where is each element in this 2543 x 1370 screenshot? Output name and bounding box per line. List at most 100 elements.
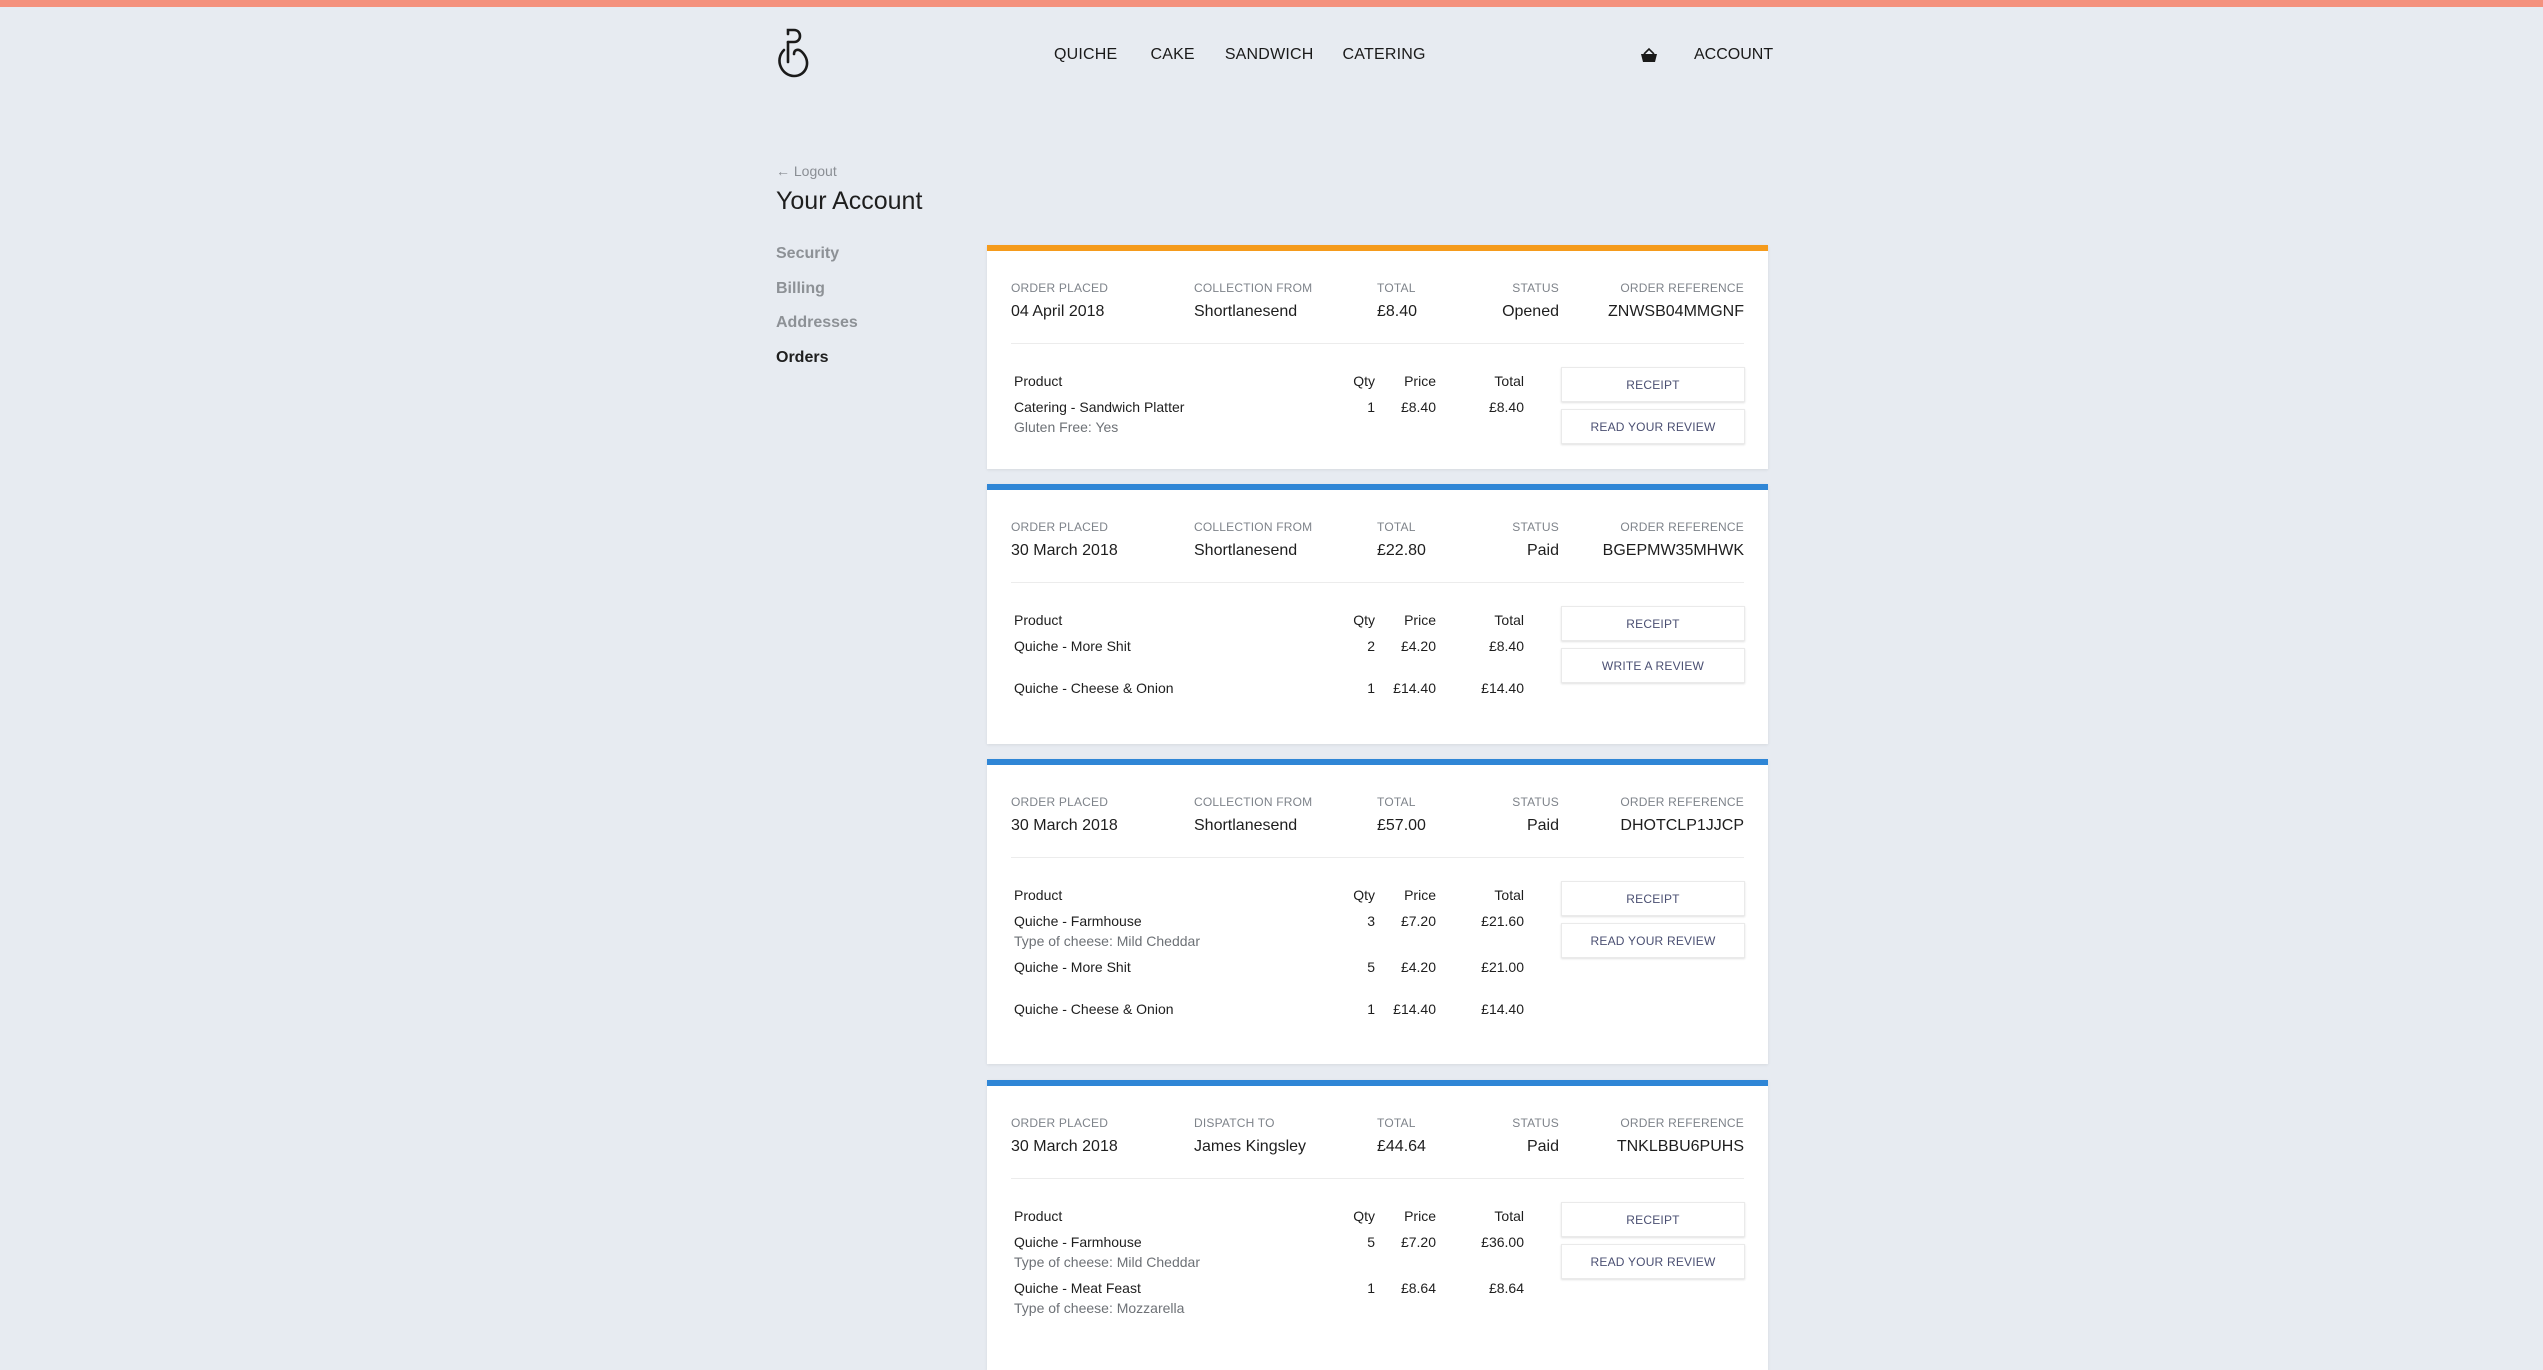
- summary-reference: ORDER REFERENCE TNKLBBU6PUHS: [1617, 1116, 1744, 1156]
- header-product: Product: [1014, 1208, 1063, 1224]
- nav-cake[interactable]: CAKE: [1150, 46, 1194, 64]
- review-button[interactable]: READ YOUR REVIEW: [1561, 409, 1745, 444]
- item-product: Quiche - Meat Feast: [1014, 1280, 1141, 1296]
- item-total: £21.00: [1481, 959, 1524, 975]
- review-button[interactable]: READ YOUR REVIEW: [1561, 1244, 1745, 1279]
- summary-value: £44.64: [1377, 1138, 1426, 1155]
- account-link[interactable]: ACCOUNT: [1694, 46, 1773, 64]
- item-price: £14.40: [1393, 1001, 1436, 1017]
- order-card: ORDER PLACED 04 April 2018 COLLECTION FROM…: [987, 245, 1768, 469]
- logo-icon[interactable]: [776, 28, 816, 82]
- summary-label: TOTAL: [1377, 281, 1416, 295]
- item-product: Quiche - More Shit: [1014, 638, 1131, 654]
- header-cell: Price: [1404, 887, 1436, 903]
- review-button[interactable]: WRITE A REVIEW: [1561, 648, 1745, 683]
- summary-value: Paid: [1526, 542, 1559, 559]
- summary-value: TNKLBBU6PUHS: [1616, 1138, 1744, 1155]
- order-items-table: Product Qty Price Total Quiche - Farmhouse 5 £…: [1014, 1208, 1524, 1316]
- order-status-stripe: [987, 484, 1768, 490]
- item-qty: 3: [1367, 913, 1375, 929]
- summary-total: TOTAL £8.40: [1377, 281, 1417, 321]
- order-summary: ORDER PLACED 30 March 2018 COLLECTION FROM…: [1011, 520, 1744, 570]
- receipt-button[interactable]: RECEIPT: [1561, 1202, 1745, 1237]
- summary-label: COLLECTION FROM: [1194, 795, 1313, 809]
- sidebar-item-addresses[interactable]: Addresses: [776, 314, 858, 349]
- sidebar-item-security[interactable]: Security: [776, 245, 858, 280]
- summary-value: £22.80: [1377, 542, 1426, 559]
- summary-status: STATUS Paid: [1512, 520, 1559, 560]
- sidebar-item-orders[interactable]: Orders: [776, 349, 858, 384]
- basket-icon[interactable]: [1639, 46, 1659, 66]
- summary-status: STATUS Paid: [1512, 1116, 1559, 1156]
- receipt-button[interactable]: RECEIPT: [1561, 367, 1745, 402]
- header-cell: Price: [1404, 612, 1436, 628]
- summary-value: 30 March 2018: [1011, 542, 1118, 559]
- divider: [1011, 343, 1744, 344]
- header-cell: Price: [1404, 1208, 1436, 1224]
- table-row: Quiche - Cheese & Onion 1 £14.40 £14.40: [1014, 1001, 1524, 1017]
- nav-sandwich[interactable]: SANDWICH: [1225, 46, 1314, 64]
- header-cell: Price: [1404, 373, 1436, 389]
- summary-label: ORDER PLACED: [1011, 520, 1109, 534]
- item-price: £14.40: [1393, 680, 1436, 696]
- item-price: £4.20: [1400, 638, 1436, 654]
- item-option: Gluten Free: Yes: [1014, 419, 1119, 435]
- summary-label: ORDER REFERENCE: [1620, 281, 1744, 295]
- site-header: QUICHE CAKE SANDWICH CATERING ACCOUNT: [776, 28, 1773, 88]
- summary-value: £57.00: [1377, 817, 1426, 834]
- summary-placed: ORDER PLACED 30 March 2018: [1011, 795, 1118, 835]
- summary-value: ZNWSB04MMGNF: [1608, 303, 1744, 320]
- account-sidebar: Security Billing Addresses Orders: [776, 245, 858, 383]
- summary-label: TOTAL: [1377, 520, 1416, 534]
- summary-value: Paid: [1526, 1138, 1559, 1155]
- receipt-button[interactable]: RECEIPT: [1561, 881, 1745, 916]
- item-qty: 1: [1367, 1280, 1375, 1296]
- order-summary: ORDER PLACED 30 March 2018 DISPATCH TO Jame…: [1011, 1116, 1744, 1166]
- review-button[interactable]: READ YOUR REVIEW: [1561, 923, 1745, 958]
- summary-value: Shortlanesend: [1194, 303, 1298, 320]
- summary-value: 04 April 2018: [1011, 303, 1105, 320]
- summary-total: TOTAL £44.64: [1377, 1116, 1426, 1156]
- order-card: ORDER PLACED 30 March 2018 COLLECTION FROM…: [987, 759, 1768, 1064]
- item-option: Type of cheese: Mild Cheddar: [1014, 1254, 1200, 1270]
- item-product: Quiche - More Shit: [1014, 959, 1131, 975]
- summary-location: DISPATCH TO James Kingsley: [1194, 1116, 1306, 1156]
- divider: [1011, 1178, 1744, 1179]
- summary-value: Paid: [1526, 817, 1559, 834]
- item-total: £14.40: [1481, 680, 1524, 696]
- header-cell: Qty: [1353, 1208, 1375, 1224]
- item-product: Quiche - Cheese & Onion: [1014, 680, 1174, 696]
- item-total: £36.00: [1481, 1234, 1524, 1250]
- top-accent-bar: [0, 0, 2543, 7]
- summary-reference: ORDER REFERENCE DHOTCLP1JJCP: [1620, 795, 1744, 835]
- order-status-stripe: [987, 245, 1768, 251]
- item-qty: 1: [1367, 399, 1375, 415]
- summary-label: ORDER PLACED: [1011, 795, 1109, 809]
- main-nav: QUICHE CAKE SANDWICH CATERING: [1054, 46, 1456, 64]
- table-row: Quiche - More Shit 2 £4.20 £8.40: [1014, 638, 1524, 654]
- nav-catering[interactable]: CATERING: [1343, 46, 1426, 64]
- nav-quiche[interactable]: QUICHE: [1054, 46, 1117, 64]
- summary-label: TOTAL: [1377, 795, 1416, 809]
- order-status-stripe: [987, 1080, 1768, 1086]
- item-qty: 1: [1367, 1001, 1375, 1017]
- item-total: £8.40: [1488, 638, 1524, 654]
- order-summary: ORDER PLACED 30 March 2018 COLLECTION FROM…: [1011, 795, 1744, 845]
- order-summary: ORDER PLACED 04 April 2018 COLLECTION FROM…: [1011, 281, 1744, 331]
- summary-value: £8.40: [1377, 303, 1418, 320]
- receipt-button[interactable]: RECEIPT: [1561, 606, 1745, 641]
- order-items-table: Product Qty Price Total Quiche - Farmhouse 3 £…: [1014, 887, 1524, 1017]
- item-product: Quiche - Farmhouse: [1014, 913, 1142, 929]
- summary-label: COLLECTION FROM: [1194, 281, 1313, 295]
- order-card: ORDER PLACED 30 March 2018 COLLECTION FROM…: [987, 484, 1768, 744]
- header-product: Product: [1014, 373, 1063, 389]
- item-price: £7.20: [1400, 1234, 1436, 1250]
- summary-location: COLLECTION FROM Shortlanesend: [1194, 281, 1312, 321]
- item-qty: 5: [1367, 1234, 1375, 1250]
- sidebar-item-billing[interactable]: Billing: [776, 280, 858, 315]
- item-option: Type of cheese: Mild Cheddar: [1014, 933, 1200, 949]
- table-row: Quiche - Farmhouse 3 £7.20 £21.60 Type of ch…: [1014, 913, 1524, 949]
- summary-label: STATUS: [1512, 795, 1559, 809]
- logout-link[interactable]: ← Logout: [776, 163, 837, 179]
- summary-value: Opened: [1502, 303, 1559, 320]
